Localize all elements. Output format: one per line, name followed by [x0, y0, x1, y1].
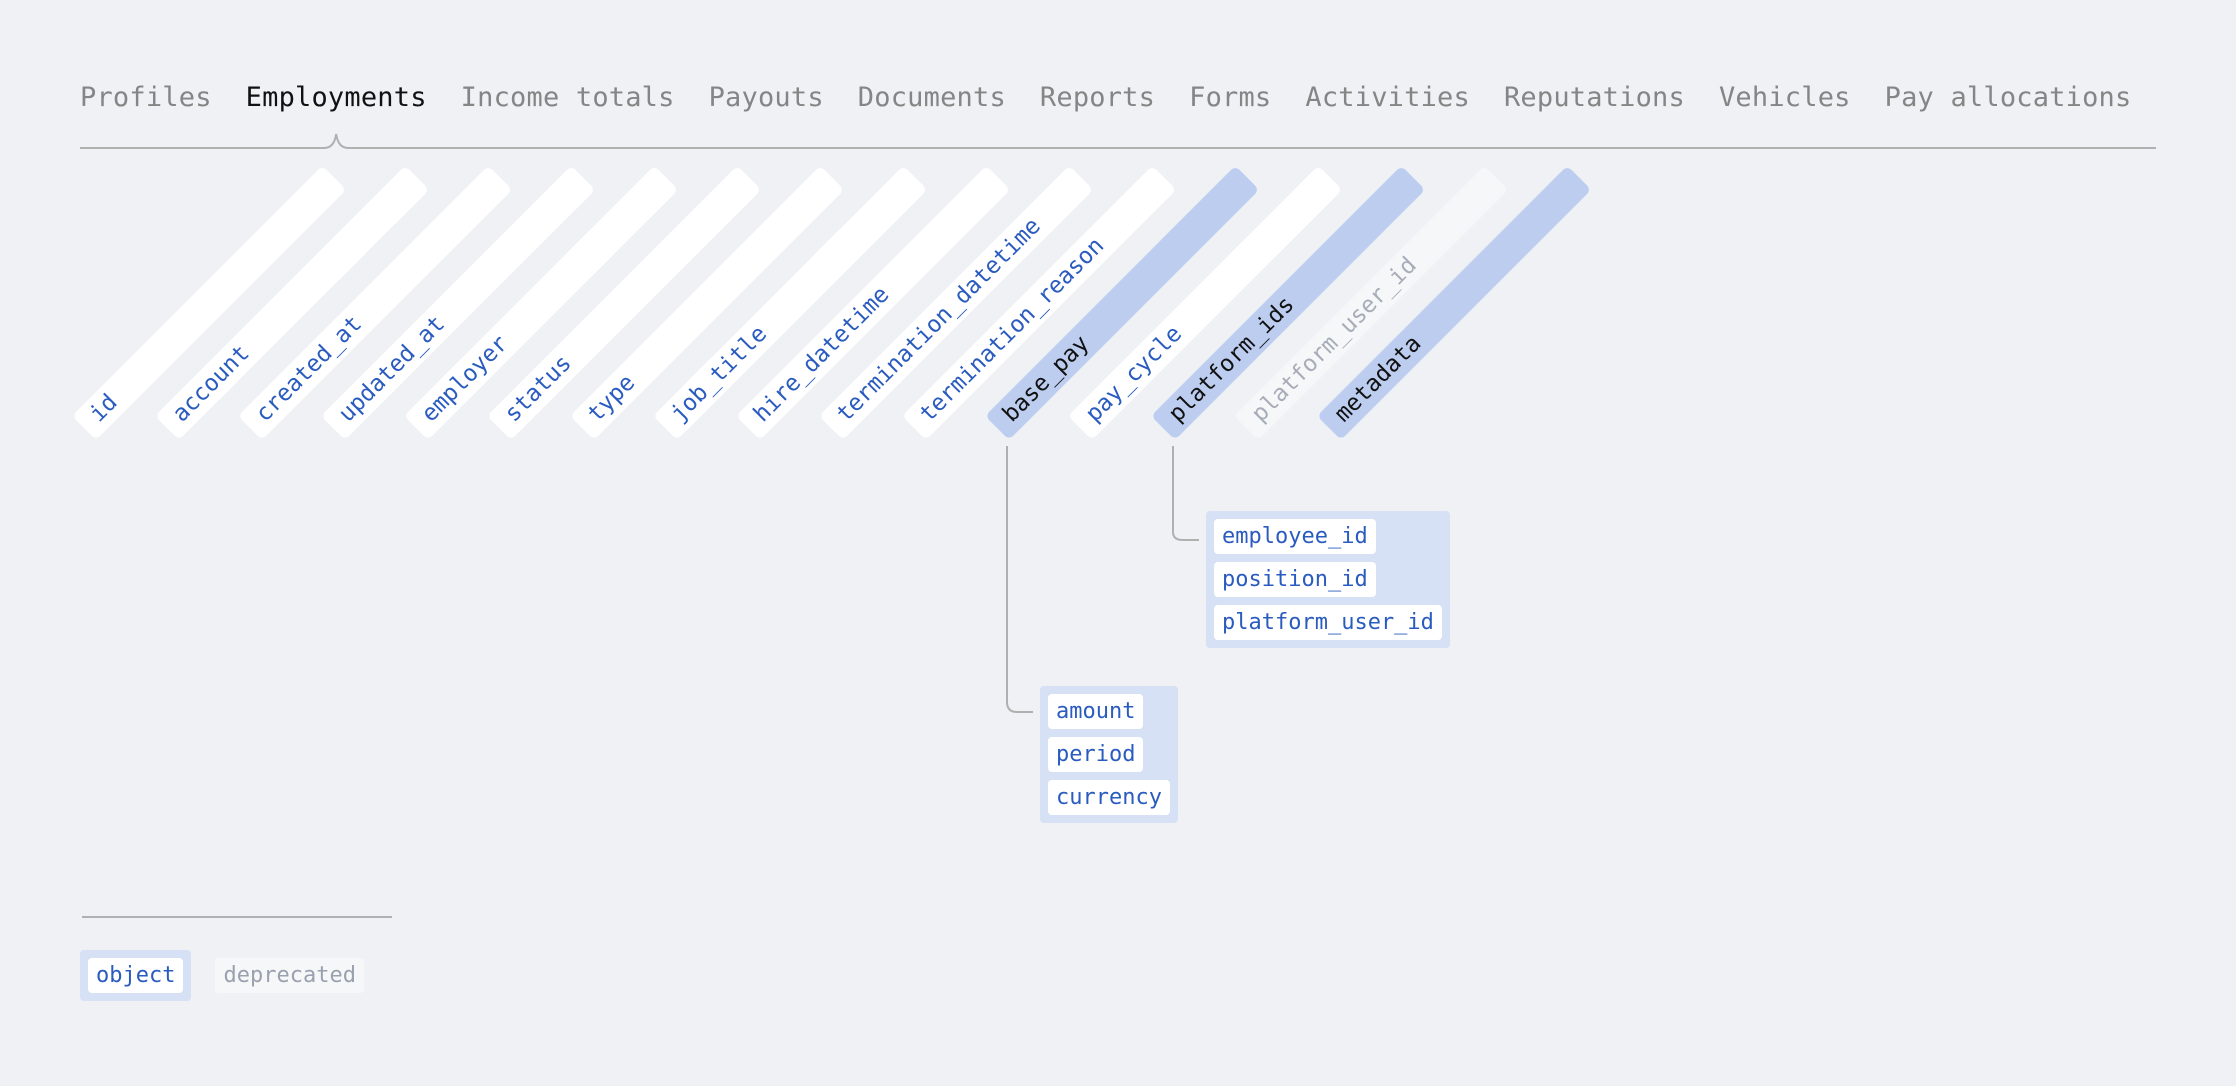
subfield-platform-user-id[interactable]: platform_user_id — [1214, 605, 1442, 640]
legend-object: object — [80, 950, 192, 1001]
subfield-currency[interactable]: currency — [1048, 780, 1170, 815]
field-label: status — [499, 350, 577, 428]
subfield-position-id[interactable]: position_id — [1214, 562, 1376, 597]
subfield-amount[interactable]: amount — [1048, 694, 1144, 729]
base-pay-connector — [1006, 446, 1033, 713]
legend-divider — [82, 916, 392, 918]
field-label: type — [582, 369, 641, 428]
subfield-period[interactable]: period — [1048, 737, 1144, 772]
platform-ids-subfields: employee_id position_id platform_user_id — [1206, 511, 1450, 648]
subfield-employee-id[interactable]: employee_id — [1214, 519, 1376, 554]
platform-ids-connector — [1172, 446, 1199, 541]
field-label: id — [84, 389, 123, 428]
legend-object-label: object — [88, 958, 184, 993]
base-pay-subfields: amount period currency — [1040, 686, 1178, 823]
legend: object deprecated — [80, 950, 364, 1001]
legend-deprecated-label: deprecated — [215, 958, 364, 993]
